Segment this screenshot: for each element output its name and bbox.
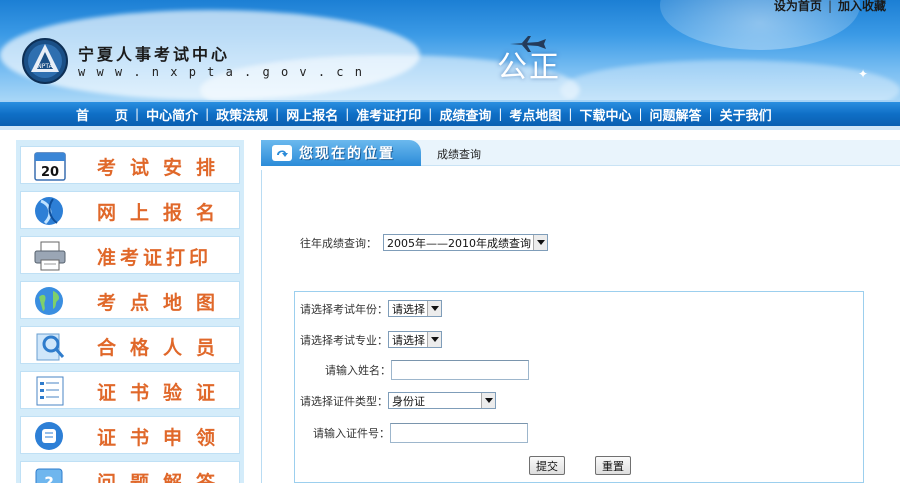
exam-year-select-value: 请选择 <box>392 302 425 316</box>
sidebar-item-certificate-verify[interactable]: 证书验证 <box>20 371 240 409</box>
name-label: 请输入姓名： <box>325 364 391 377</box>
logo-emblem-icon: NPTA <box>22 38 68 84</box>
exam-year-select[interactable]: 请选择 <box>388 300 442 317</box>
nav-item-faq[interactable]: 问题解答 <box>650 105 702 124</box>
return-arrow-icon <box>272 145 292 161</box>
sidebar-item-label: 准考证打印 <box>97 247 213 269</box>
chevron-down-icon <box>533 235 547 250</box>
chevron-down-icon <box>427 301 441 316</box>
sidebar-item-label: 考点地图 <box>97 292 230 314</box>
search-user-icon <box>36 333 65 361</box>
logo-url: w w w . n x p t a . g o v . c n <box>78 65 364 79</box>
site-header: 设为首页 | 加入收藏 NPTA 宁夏人事考试中心 w w w . n x p t … <box>0 0 900 100</box>
nav-separator: | <box>708 107 713 121</box>
header-cloud <box>560 60 900 100</box>
nav-item-policies[interactable]: 政策法规 <box>216 105 268 124</box>
location-title: 您现在的位置 <box>299 146 395 162</box>
printer-icon <box>34 241 66 271</box>
sidebar-item-qualified-persons[interactable]: 合格人员 <box>20 326 240 364</box>
svg-text:NPTA: NPTA <box>37 63 53 70</box>
sidebar-item-exam-map[interactable]: 考点地图 <box>20 281 240 319</box>
list-icon <box>36 376 64 406</box>
site-logo[interactable]: NPTA 宁夏人事考试中心 w w w . n x p t a . g o v … <box>20 36 362 86</box>
sidebar-item-certificate-claim[interactable]: 证书申领 <box>20 416 240 454</box>
nav-item-online-registration[interactable]: 网上报名 <box>286 105 338 124</box>
nav-item-downloads[interactable]: 下载中心 <box>579 105 631 124</box>
location-tab: 您现在的位置 <box>261 140 421 166</box>
top-links: 设为首页 | 加入收藏 <box>774 0 886 14</box>
id-number-row: 请输入证件号： <box>313 423 528 443</box>
svg-text:?: ? <box>44 473 53 483</box>
nav-item-score-query[interactable]: 成绩查询 <box>439 105 491 124</box>
nav-separator: | <box>205 107 210 121</box>
content-box: 往年成绩查询： 2005年——2010年成绩查询 请选择考试年份： 请选择 请选… <box>261 170 900 483</box>
sidebar-item-label: 问题解答 <box>97 472 230 483</box>
name-row: 请输入姓名： <box>325 360 529 380</box>
chevron-down-icon <box>427 332 441 347</box>
sidebar-item-label: 证书验证 <box>97 382 230 404</box>
sidebar-item-label: 网上报名 <box>97 202 230 224</box>
form-actions: 提交 重置 <box>529 456 631 475</box>
nav-separator: | <box>638 107 643 121</box>
sidebar-item-label: 证书申领 <box>97 427 230 449</box>
year-label: 请选择考试年份： <box>300 302 388 316</box>
sidebar-item-faq[interactable]: ? 问题解答 <box>20 461 240 483</box>
nav-item-exam-map[interactable]: 考点地图 <box>509 105 561 124</box>
scroll-icon <box>35 422 63 450</box>
name-field[interactable] <box>391 360 529 380</box>
history-query-label: 往年成绩查询： <box>300 236 377 250</box>
major-label: 请选择考试专业： <box>300 333 388 347</box>
nav-separator: | <box>135 107 140 121</box>
add-favorite-link[interactable]: 加入收藏 <box>838 0 886 13</box>
breadcrumb: 成绩查询 <box>437 148 481 161</box>
nav-item-about-us[interactable]: 关于我们 <box>720 105 772 124</box>
sidebar-item-label: 合格人员 <box>97 337 230 359</box>
logo-name: 宁夏人事考试中心 <box>78 45 231 64</box>
id-type-label: 请选择证件类型： <box>300 394 388 408</box>
history-year-select-value: 2005年——2010年成绩查询 <box>387 236 531 250</box>
score-query-form: 请选择考试年份： 请选择 请选择考试专业： 请选择 请输入姓名： 请选择证件类型… <box>294 291 864 483</box>
nav-separator: | <box>345 107 350 121</box>
calendar-icon: 20 <box>34 152 66 181</box>
sparkle-icon: ✦ <box>858 67 869 81</box>
nav-item-about-center[interactable]: 中心简介 <box>146 105 198 124</box>
nav-separator: | <box>428 107 433 121</box>
sidebar-item-admission-ticket[interactable]: 准考证打印 <box>20 236 240 274</box>
year-row: 请选择考试年份： 请选择 <box>300 300 442 317</box>
nav-separator: | <box>498 107 503 121</box>
reset-button[interactable]: 重置 <box>595 456 631 475</box>
earth-icon <box>35 287 63 315</box>
nav-separator: | <box>568 107 573 121</box>
exam-major-select[interactable]: 请选择 <box>388 331 442 348</box>
id-type-select[interactable]: 身份证 <box>388 392 496 409</box>
main-nav: 首 页 | 中心简介 | 政策法规 | 网上报名 | 准考证打印 | 成绩查询 | 考点地图… <box>0 100 900 130</box>
calendar-day-text: 20 <box>41 165 59 180</box>
globe-icon <box>35 197 63 225</box>
nav-item-admission-ticket[interactable]: 准考证打印 <box>356 105 421 124</box>
history-query-row: 往年成绩查询： 2005年——2010年成绩查询 <box>300 234 548 251</box>
chevron-down-icon <box>481 393 495 408</box>
main-content: 您现在的位置 成绩查询 往年成绩查询： 2005年——2010年成绩查询 请选择… <box>261 140 900 483</box>
submit-button[interactable]: 提交 <box>529 456 565 475</box>
nav-item-home[interactable]: 首 页 <box>76 105 128 124</box>
header-slogan: 公正 <box>497 50 561 85</box>
location-bar: 您现在的位置 成绩查询 <box>261 140 900 166</box>
sidebar-item-exam-schedule[interactable]: 20 考试安排 <box>20 146 240 184</box>
sidebar-item-online-registration[interactable]: 网上报名 <box>20 191 240 229</box>
top-link-separator: | <box>827 0 832 13</box>
sidebar: 20 考试安排 网上报名 准考证打印 考点地图 合格人员 证书验证 证书申领 ?… <box>16 140 244 483</box>
id-number-label: 请输入证件号： <box>313 427 390 440</box>
exam-major-select-value: 请选择 <box>392 333 425 347</box>
history-year-select[interactable]: 2005年——2010年成绩查询 <box>383 234 548 251</box>
id-type-row: 请选择证件类型： 身份证 <box>300 392 496 409</box>
nav-separator: | <box>275 107 280 121</box>
set-homepage-link[interactable]: 设为首页 <box>774 0 822 13</box>
major-row: 请选择考试专业： 请选择 <box>300 331 442 348</box>
id-type-select-value: 身份证 <box>392 394 425 408</box>
id-number-field[interactable] <box>390 423 528 443</box>
question-icon: ? <box>35 468 63 483</box>
sidebar-item-label: 考试安排 <box>97 157 230 179</box>
